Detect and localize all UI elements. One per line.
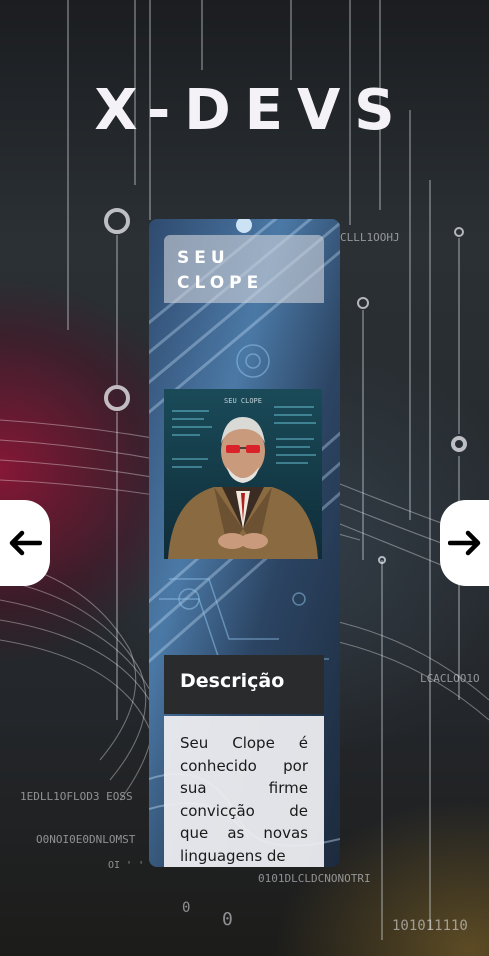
app-title: X-DEVS — [94, 78, 409, 143]
description-text: Seu Clope é conhecido por sua firme conv… — [180, 734, 308, 865]
app-screen: 1EDLL1OFLOD3 EOSS O0NOI0E0DNLOMST OI ' '… — [0, 0, 489, 956]
svg-text:1EDLL1OFLOD3 EOSS: 1EDLL1OFLOD3 EOSS — [20, 790, 133, 803]
svg-text:101011110: 101011110 — [392, 918, 468, 934]
arrow-right-icon — [447, 530, 480, 556]
svg-text:0: 0 — [222, 909, 233, 930]
carousel-next-button[interactable] — [440, 500, 489, 586]
card-name-plate: SEU CLOPE — [164, 235, 324, 303]
portrait-caption: SEU CLOPE — [224, 397, 262, 405]
arrow-left-icon — [9, 530, 42, 556]
svg-text:CLLL1OOHJ: CLLL1OOHJ — [340, 231, 400, 244]
svg-text:LCACLOO1O: LCACLOO1O — [420, 672, 480, 685]
card-name: SEU CLOPE — [177, 248, 264, 293]
character-portrait: SEU CLOPE — [164, 389, 322, 559]
description-panel[interactable]: Seu Clope é conhecido por sua firme conv… — [164, 716, 324, 867]
description-title: Descrição — [180, 670, 285, 692]
svg-text:0: 0 — [182, 900, 190, 916]
svg-text:O0NOI0E0DNLOMST: O0NOI0E0DNLOMST — [36, 833, 136, 846]
svg-text:0101DLCLDCNONOTRI: 0101DLCLDCNONOTRI — [258, 872, 371, 885]
character-card[interactable]: SEU CLOPE SEU CLOPE Descrição Seu Clope … — [149, 219, 340, 867]
description-header: Descrição — [164, 655, 324, 714]
svg-text:OI ' ': OI ' ' — [108, 860, 144, 871]
carousel-prev-button[interactable] — [0, 500, 50, 586]
